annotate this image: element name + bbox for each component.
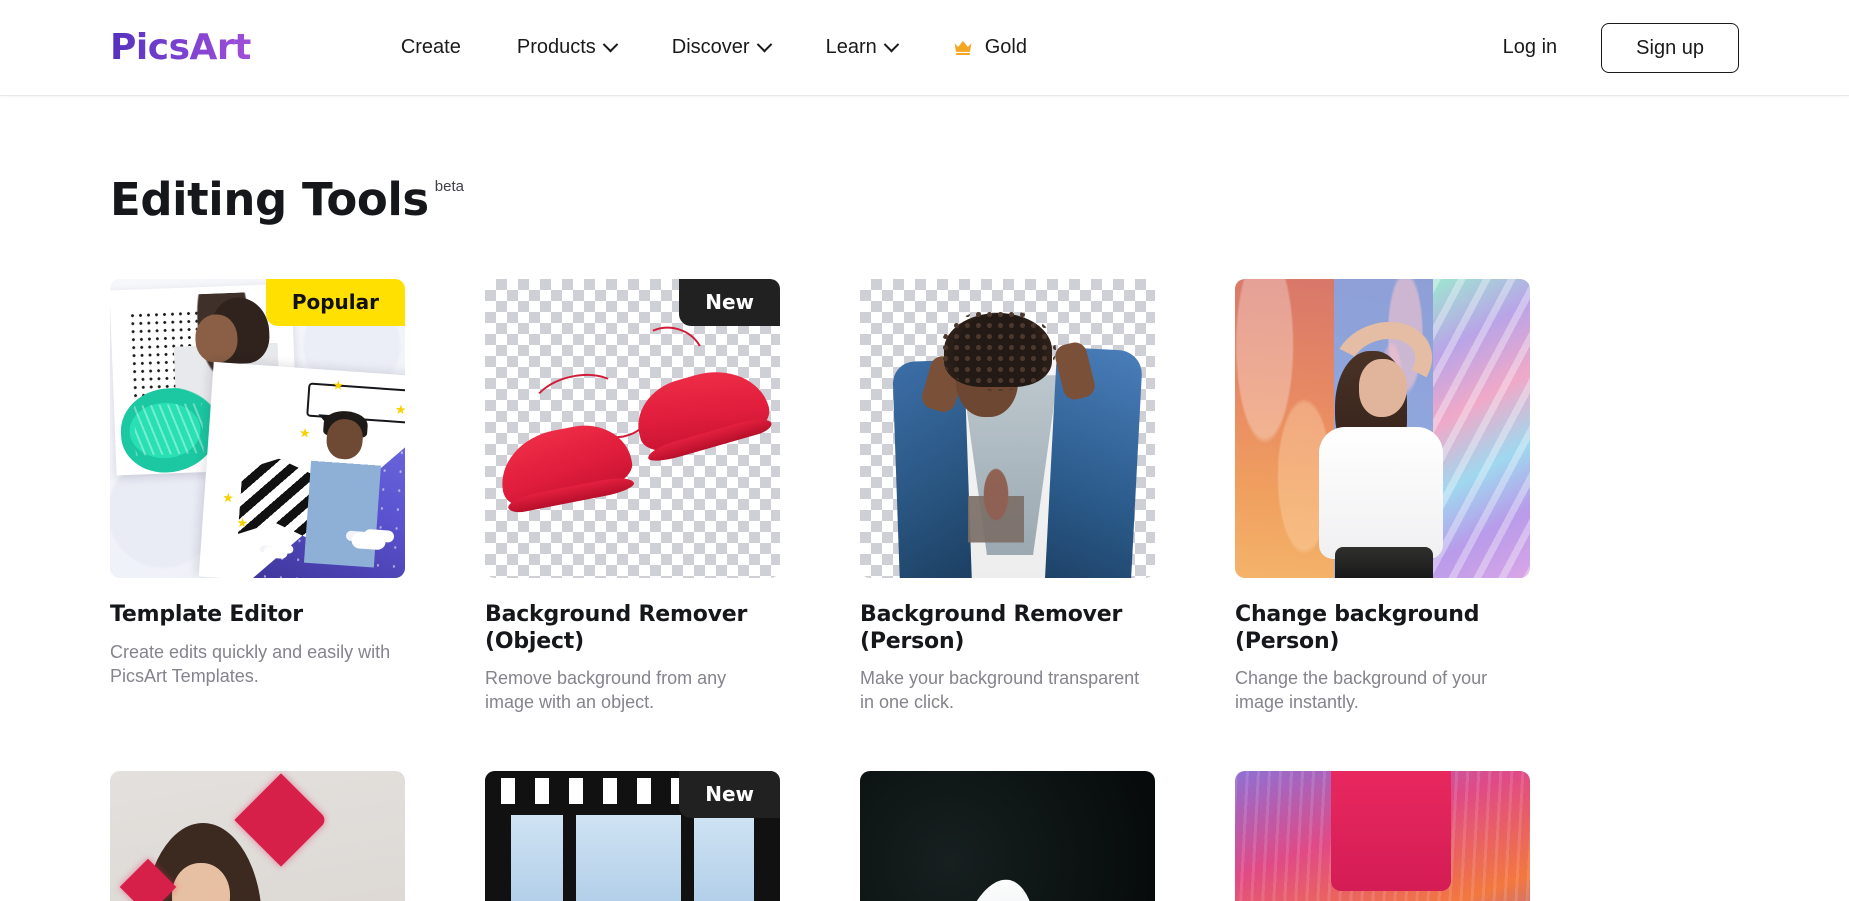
tool-card-background-remover-object[interactable]: New Background Remover (Object) Remove b… — [485, 279, 780, 714]
tool-card-row2-2[interactable]: New — [485, 771, 780, 901]
tool-title: Change background (Person) — [1235, 602, 1530, 655]
nav-label-products: Products — [517, 36, 596, 59]
tool-title: Template Editor — [110, 602, 405, 628]
badge-popular: Popular — [266, 279, 405, 326]
tool-thumbnail[interactable] — [860, 771, 1155, 901]
picsart-logo[interactable]: PicsArt — [110, 30, 251, 66]
tool-description: Change the background of your image inst… — [1235, 666, 1525, 715]
neon-gradient-image: aeX — [1235, 771, 1530, 901]
tool-thumbnail[interactable]: Fangirl ★ ★ ★ ★ — [110, 279, 405, 578]
page-title: Editing Tools — [110, 176, 429, 223]
woman-glitter-hearts-image — [110, 771, 405, 901]
tool-thumbnail[interactable]: New — [485, 279, 780, 578]
white-petal-dark-image — [860, 771, 1155, 901]
tool-thumbnail[interactable] — [1235, 279, 1530, 578]
woman-three-backgrounds-image — [1235, 279, 1530, 578]
header-account-actions: Log in Sign up — [1503, 23, 1739, 73]
site-header: PicsArt Create Products Discover Learn G… — [0, 0, 1849, 96]
tool-card-row2-1[interactable] — [110, 771, 405, 901]
nav-label-create: Create — [401, 36, 461, 59]
main-navigation: Create Products Discover Learn Gold — [401, 36, 1027, 59]
nav-item-discover[interactable]: Discover — [672, 36, 770, 59]
tool-title: Background Remover (Object) — [485, 602, 780, 655]
badge-new: New — [679, 771, 780, 818]
crown-icon — [953, 39, 973, 56]
nav-label-gold: Gold — [985, 36, 1027, 59]
page-title-wrapper: Editing Tools beta — [110, 176, 1739, 223]
nav-item-create[interactable]: Create — [401, 36, 461, 59]
signup-button[interactable]: Sign up — [1601, 23, 1739, 73]
tool-card-template-editor[interactable]: Fangirl ★ ★ ★ ★ — [110, 279, 405, 714]
nav-item-learn[interactable]: Learn — [826, 36, 897, 59]
tool-title: Background Remover (Person) — [860, 602, 1155, 655]
tool-description: Create edits quickly and easily with Pic… — [110, 640, 400, 689]
badge-new: New — [679, 279, 780, 326]
tool-card-row2-3[interactable] — [860, 771, 1155, 901]
nav-label-discover: Discover — [672, 36, 750, 59]
login-link[interactable]: Log in — [1503, 36, 1558, 59]
tool-thumbnail[interactable] — [860, 279, 1155, 578]
chevron-down-icon — [756, 37, 772, 53]
chevron-down-icon — [603, 37, 619, 53]
tool-thumbnail[interactable]: New — [485, 771, 780, 901]
beta-tag: beta — [435, 178, 464, 195]
nav-item-products[interactable]: Products — [517, 36, 616, 59]
person-denim-image — [860, 279, 1155, 578]
main-content: Editing Tools beta Fangirl — [0, 176, 1849, 901]
tool-card-background-remover-person[interactable]: Background Remover (Person) Make your ba… — [860, 279, 1155, 714]
tools-grid: Fangirl ★ ★ ★ ★ — [110, 279, 1739, 901]
tool-description: Remove background from any image with an… — [485, 666, 775, 715]
chevron-down-icon — [883, 37, 899, 53]
nav-item-gold[interactable]: Gold — [953, 36, 1027, 59]
tool-thumbnail[interactable]: aeX — [1235, 771, 1530, 901]
nav-label-learn: Learn — [826, 36, 877, 59]
tool-thumbnail[interactable] — [110, 771, 405, 901]
tool-card-row2-4[interactable]: aeX — [1235, 771, 1530, 901]
tool-description: Make your background transparent in one … — [860, 666, 1150, 715]
tool-card-change-background-person[interactable]: Change background (Person) Change the ba… — [1235, 279, 1530, 714]
